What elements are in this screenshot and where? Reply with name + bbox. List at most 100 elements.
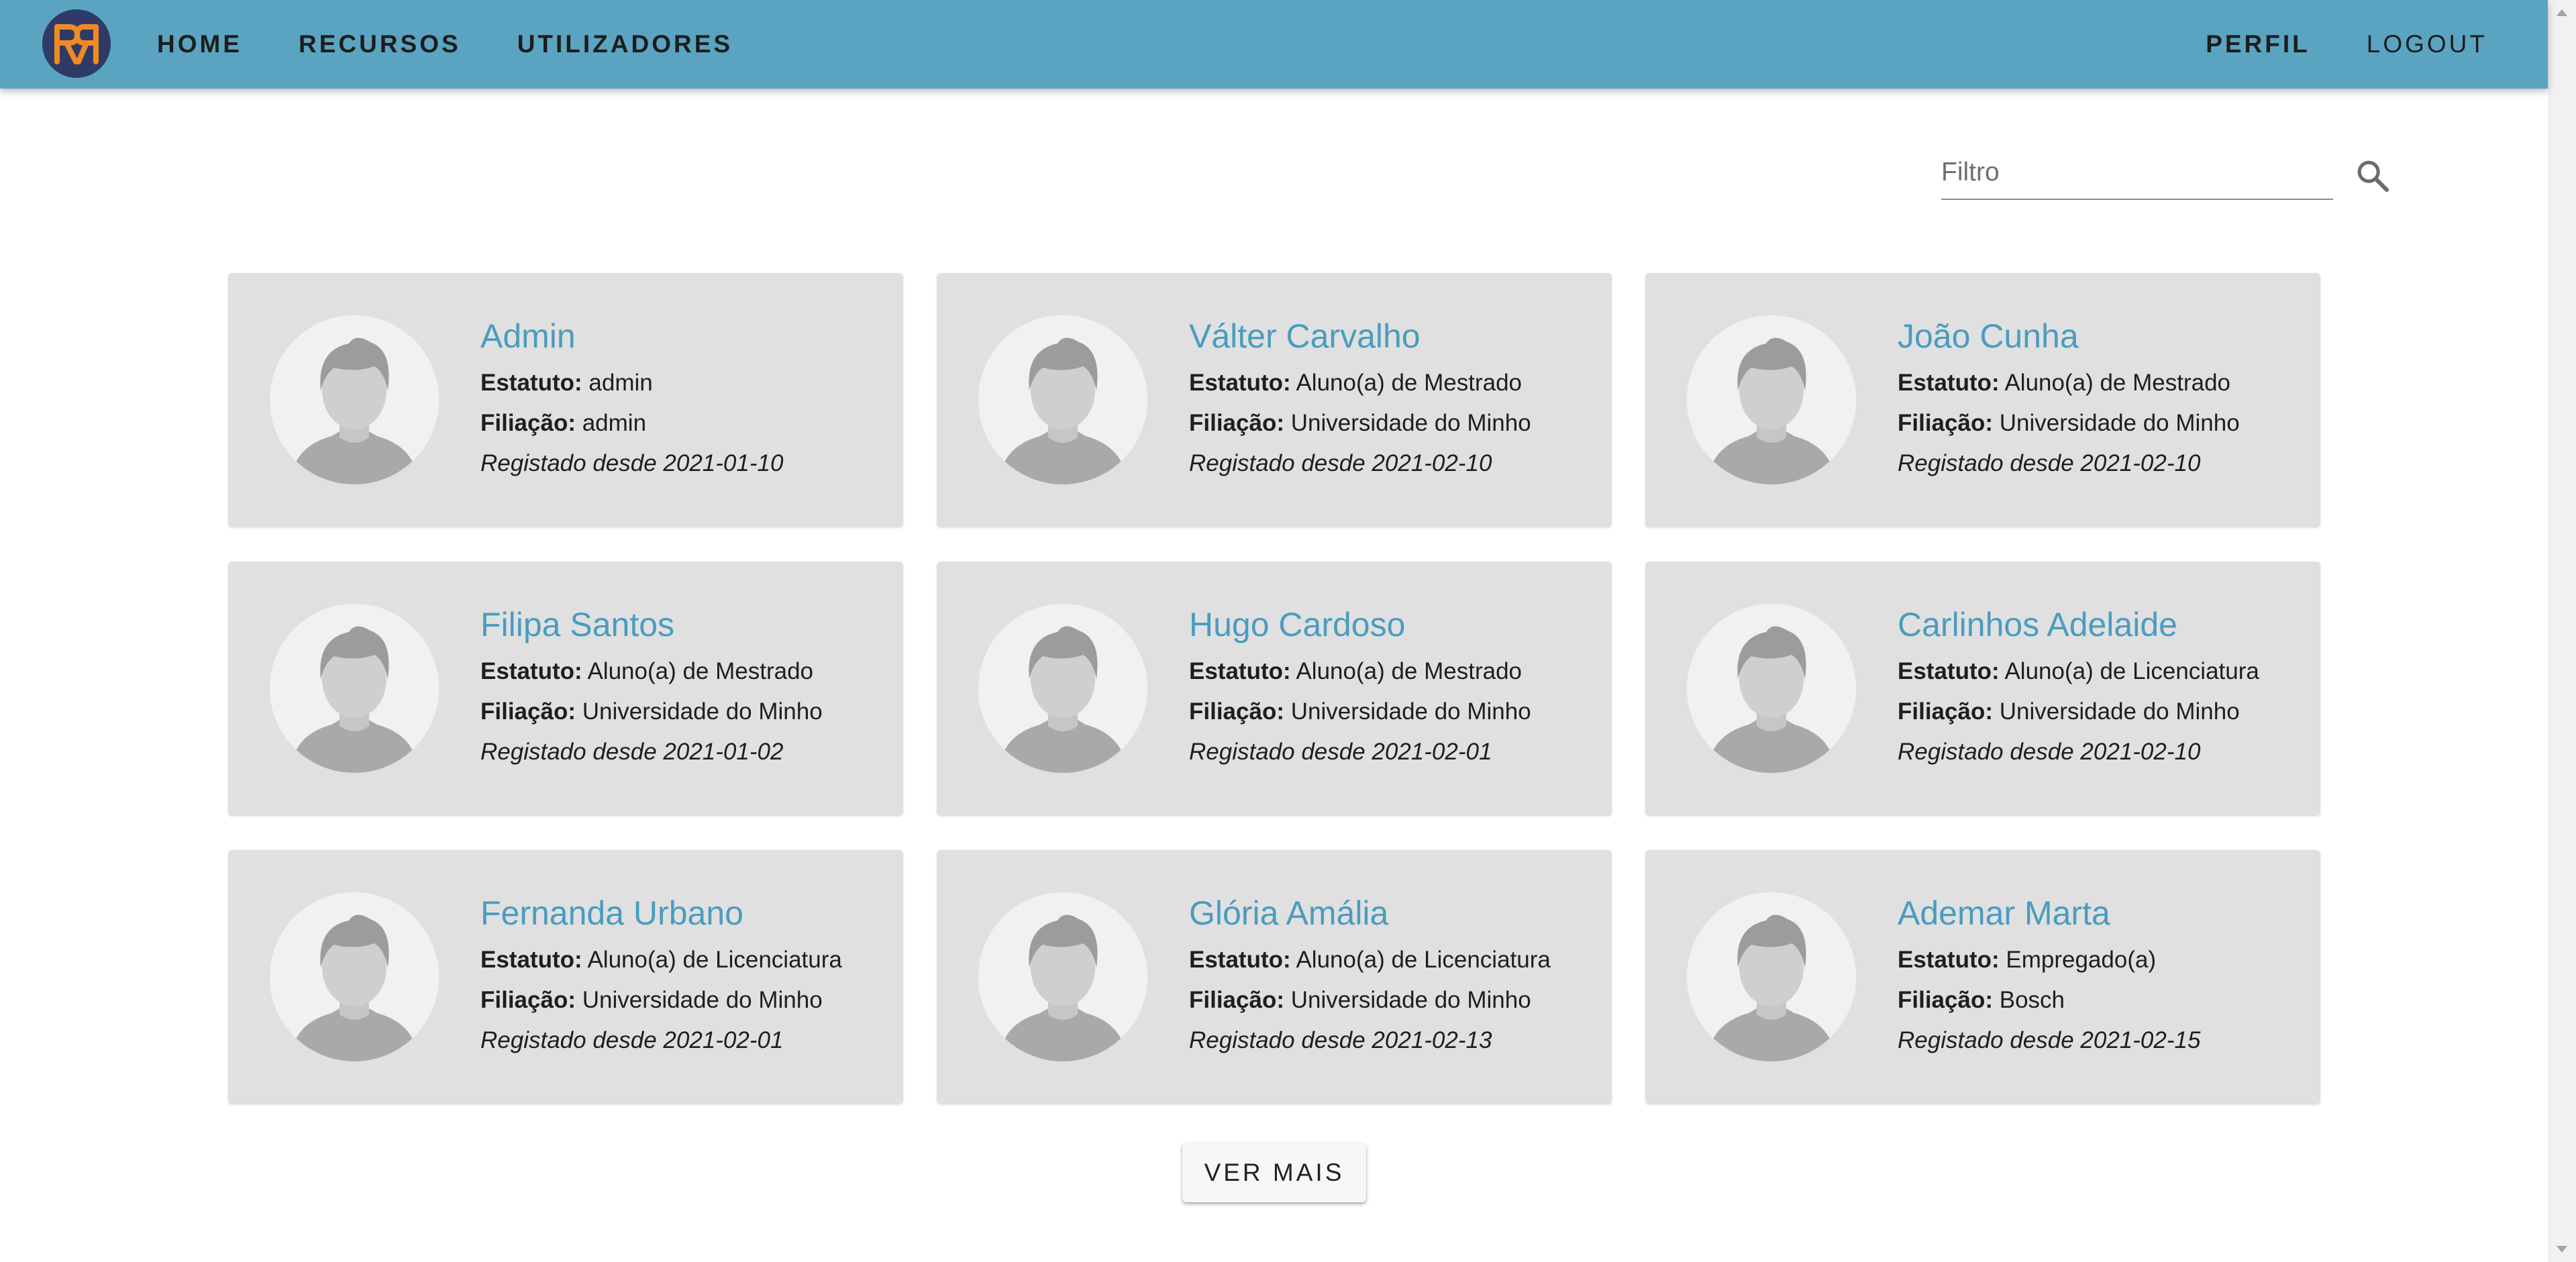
- avatar: [270, 315, 439, 484]
- filiacao-value: Bosch: [1999, 987, 2065, 1013]
- estatuto-value: Aluno(a) de Licenciatura: [587, 947, 842, 973]
- estatuto-label: Estatuto:: [480, 947, 582, 973]
- default-avatar-icon: [978, 892, 1147, 1061]
- default-avatar-icon: [270, 315, 439, 484]
- nav-home-link[interactable]: HOME: [157, 30, 242, 58]
- estatuto-label: Estatuto:: [1898, 658, 2000, 684]
- nav-logout-link[interactable]: LOGOUT: [2367, 30, 2487, 58]
- avatar: [978, 604, 1147, 773]
- account-nav: PERFIL LOGOUT: [2149, 0, 2487, 89]
- user-name-link[interactable]: Filipa Santos: [480, 604, 890, 645]
- primary-nav: HOME RECURSOS UTILIZADORES: [157, 0, 789, 89]
- avatar: [1687, 315, 1856, 484]
- filiacao-line: Filiação: Universidade do Minho: [1898, 692, 2307, 732]
- filiacao-value: Universidade do Minho: [1290, 987, 1531, 1013]
- avatar: [1687, 892, 1856, 1061]
- default-avatar-icon: [1687, 604, 1856, 773]
- user-info: Glória Amália Estatuto: Aluno(a) de Lice…: [1189, 893, 1598, 1061]
- registered-since: Registado desde 2021-02-01: [480, 1027, 784, 1053]
- registered-since: Registado desde 2021-02-10: [1898, 450, 2201, 476]
- registered-since: Registado desde 2021-01-10: [480, 450, 784, 476]
- search-button[interactable]: [2354, 157, 2391, 195]
- registered-since: Registado desde 2021-02-15: [1898, 1027, 2201, 1053]
- user-info: Admin Estatuto: admin Filiação: admin Re…: [480, 316, 890, 484]
- filiacao-value: Universidade do Minho: [1290, 410, 1531, 436]
- avatar: [1687, 604, 1856, 773]
- user-card[interactable]: Carlinhos Adelaide Estatuto: Aluno(a) de…: [1645, 562, 2320, 816]
- filiacao-label: Filiação:: [1189, 987, 1284, 1013]
- logo[interactable]: [42, 9, 111, 78]
- estatuto-line: Estatuto: Aluno(a) de Mestrado: [480, 651, 890, 692]
- user-card[interactable]: Válter Carvalho Estatuto: Aluno(a) de Me…: [937, 273, 1612, 527]
- estatuto-value: Aluno(a) de Mestrado: [1296, 370, 1523, 396]
- filiacao-line: Filiação: Bosch: [1898, 980, 2307, 1020]
- registered-since: Registado desde 2021-02-10: [1189, 450, 1492, 476]
- user-card[interactable]: Admin Estatuto: admin Filiação: admin Re…: [228, 273, 903, 527]
- filiacao-label: Filiação:: [1898, 698, 1993, 725]
- filiacao-line: Filiação: Universidade do Minho: [480, 692, 890, 732]
- estatuto-line: Estatuto: Aluno(a) de Mestrado: [1898, 363, 2307, 403]
- nav-utilizadores-link[interactable]: UTILIZADORES: [517, 30, 733, 58]
- estatuto-label: Estatuto:: [480, 370, 582, 396]
- user-name-link[interactable]: Hugo Cardoso: [1189, 604, 1598, 645]
- estatuto-label: Estatuto:: [480, 658, 582, 684]
- user-name-link[interactable]: Admin: [480, 316, 890, 356]
- filiacao-label: Filiação:: [1189, 698, 1284, 725]
- default-avatar-icon: [1687, 315, 1856, 484]
- estatuto-line: Estatuto: Aluno(a) de Licenciatura: [480, 940, 890, 980]
- nav-perfil-link[interactable]: PERFIL: [2206, 30, 2310, 58]
- ver-mais-button[interactable]: VER MAIS: [1182, 1143, 1366, 1202]
- filiacao-label: Filiação:: [1898, 410, 1993, 436]
- filiacao-value: Universidade do Minho: [582, 987, 823, 1013]
- user-info: Carlinhos Adelaide Estatuto: Aluno(a) de…: [1898, 604, 2307, 772]
- user-card[interactable]: Glória Amália Estatuto: Aluno(a) de Lice…: [937, 850, 1612, 1104]
- estatuto-value: Aluno(a) de Mestrado: [2004, 370, 2231, 396]
- user-info: Hugo Cardoso Estatuto: Aluno(a) de Mestr…: [1189, 604, 1598, 772]
- default-avatar-icon: [978, 315, 1147, 484]
- user-card[interactable]: Filipa Santos Estatuto: Aluno(a) de Mest…: [228, 562, 903, 816]
- user-name-link[interactable]: João Cunha: [1898, 316, 2307, 356]
- user-name-link[interactable]: Carlinhos Adelaide: [1898, 604, 2307, 645]
- user-card[interactable]: Fernanda Urbano Estatuto: Aluno(a) de Li…: [228, 850, 903, 1104]
- default-avatar-icon: [1687, 892, 1856, 1061]
- filiacao-value: Universidade do Minho: [582, 698, 823, 725]
- avatar: [978, 892, 1147, 1061]
- registered-since: Registado desde 2021-01-02: [480, 739, 784, 765]
- default-avatar-icon: [270, 892, 439, 1061]
- filiacao-value: admin: [582, 410, 647, 436]
- user-name-link[interactable]: Glória Amália: [1189, 893, 1598, 933]
- estatuto-line: Estatuto: Aluno(a) de Mestrado: [1189, 651, 1598, 692]
- filiacao-line: Filiação: Universidade do Minho: [1189, 403, 1598, 443]
- page-scrollbar[interactable]: [2548, 0, 2576, 1262]
- estatuto-value: Empregado(a): [2006, 947, 2157, 973]
- scroll-down-icon[interactable]: [2557, 1246, 2567, 1253]
- filiacao-line: Filiação: Universidade do Minho: [1898, 403, 2307, 443]
- user-name-link[interactable]: Fernanda Urbano: [480, 893, 890, 933]
- user-name-link[interactable]: Ademar Marta: [1898, 893, 2307, 933]
- nav-recursos-link[interactable]: RECURSOS: [299, 30, 461, 58]
- user-info: Fernanda Urbano Estatuto: Aluno(a) de Li…: [480, 893, 890, 1061]
- user-name-link[interactable]: Válter Carvalho: [1189, 316, 1598, 356]
- avatar: [270, 892, 439, 1061]
- estatuto-value: Aluno(a) de Mestrado: [1296, 658, 1523, 684]
- scroll-up-icon[interactable]: [2557, 9, 2567, 16]
- filiacao-line: Filiação: Universidade do Minho: [1189, 980, 1598, 1020]
- filiacao-value: Universidade do Minho: [1999, 410, 2240, 436]
- filiacao-line: Filiação: Universidade do Minho: [480, 980, 890, 1020]
- estatuto-value: Aluno(a) de Mestrado: [587, 658, 814, 684]
- estatuto-label: Estatuto:: [1898, 370, 2000, 396]
- user-card[interactable]: João Cunha Estatuto: Aluno(a) de Mestrad…: [1645, 273, 2320, 527]
- top-app-bar: HOME RECURSOS UTILIZADORES PERFIL LOGOUT: [0, 0, 2548, 89]
- estatuto-line: Estatuto: Aluno(a) de Mestrado: [1189, 363, 1598, 403]
- user-info: João Cunha Estatuto: Aluno(a) de Mestrad…: [1898, 316, 2307, 484]
- avatar: [270, 604, 439, 773]
- avatar: [978, 315, 1147, 484]
- user-card[interactable]: Hugo Cardoso Estatuto: Aluno(a) de Mestr…: [937, 562, 1612, 816]
- user-card[interactable]: Ademar Marta Estatuto: Empregado(a) Fili…: [1645, 850, 2320, 1104]
- estatuto-value: Aluno(a) de Licenciatura: [1296, 947, 1551, 973]
- filiacao-label: Filiação:: [1189, 410, 1284, 436]
- filiacao-label: Filiação:: [1898, 987, 1993, 1013]
- filiacao-line: Filiação: Universidade do Minho: [1189, 692, 1598, 732]
- filter-input[interactable]: [1941, 149, 2333, 196]
- estatuto-line: Estatuto: Aluno(a) de Licenciatura: [1189, 940, 1598, 980]
